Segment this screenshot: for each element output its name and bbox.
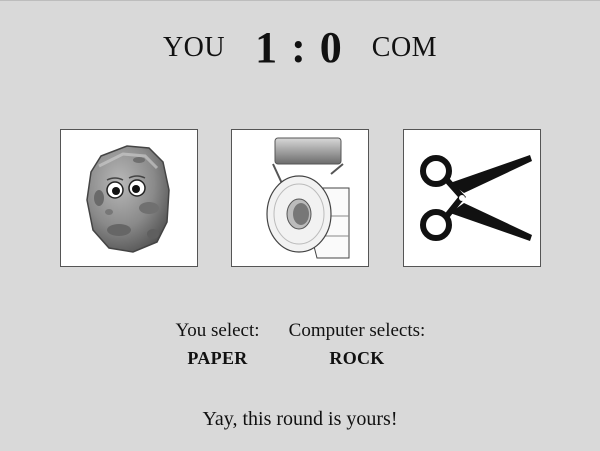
computer-selection-value: ROCK — [329, 348, 385, 368]
top-divider — [0, 0, 600, 1]
player-selection-value: PAPER — [187, 348, 248, 368]
round-result-message: Yay, this round is yours! — [202, 408, 398, 430]
score-display: 1:0 — [255, 22, 342, 73]
toilet-paper-icon — [266, 137, 350, 259]
scissors-icon — [420, 155, 532, 241]
choice-paper-button[interactable] — [231, 129, 369, 267]
choice-rock-button[interactable] — [60, 129, 198, 267]
player-score: 1 — [255, 23, 278, 72]
rock-icon — [86, 145, 170, 253]
scoreboard: YOU 1:0 COM — [0, 22, 600, 73]
computer-selection: Computer selects: ROCK — [282, 320, 432, 369]
computer-label: COM — [371, 31, 438, 63]
player-selection-label: You select: — [175, 320, 260, 341]
score-separator: : — [291, 23, 306, 72]
computer-score: 0 — [319, 23, 342, 72]
choice-scissors-button[interactable] — [403, 129, 541, 267]
player-selection: You select: PAPER — [160, 320, 275, 369]
player-label: YOU — [162, 31, 226, 63]
computer-selection-label: Computer selects: — [288, 320, 426, 341]
